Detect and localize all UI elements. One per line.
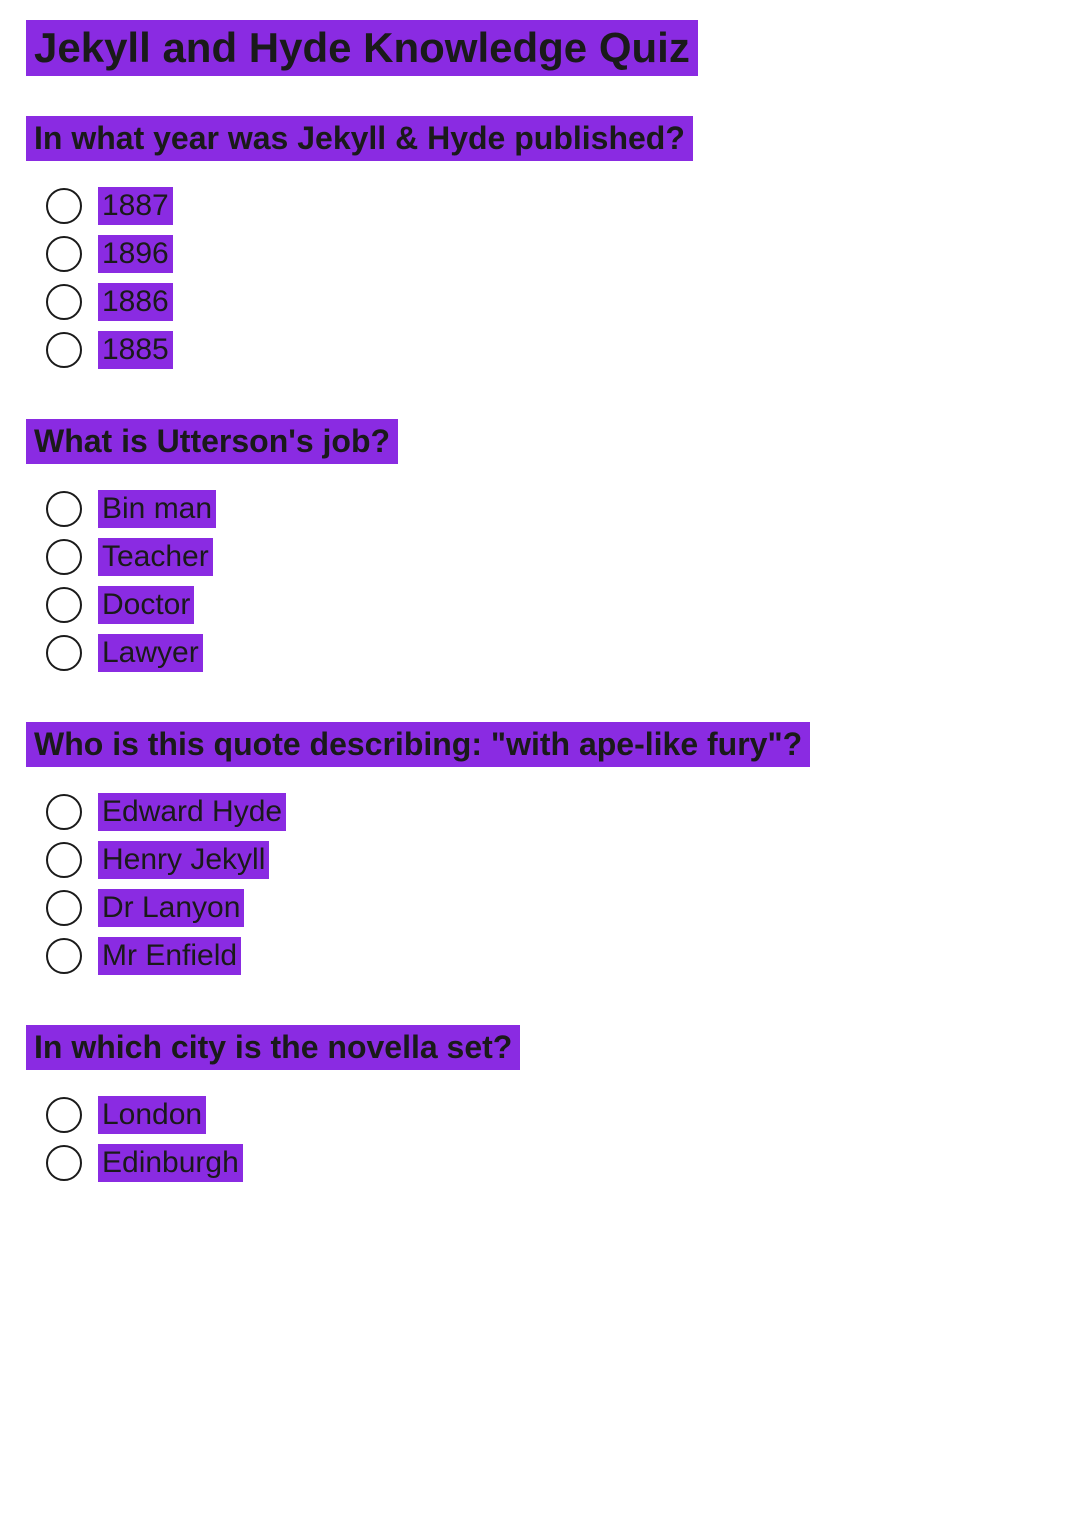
option-label: Mr Enfield (98, 937, 241, 975)
option-item: Mr Enfield (46, 937, 1054, 975)
option-label: Doctor (98, 586, 194, 624)
option-label: Lawyer (98, 634, 203, 672)
question-block-4: In which city is the novella set? London E… (26, 1025, 1054, 1182)
radio-q4-2[interactable] (46, 1145, 82, 1181)
option-item: 1887 (46, 187, 1054, 225)
option-label: 1885 (98, 331, 173, 369)
radio-q1-4[interactable] (46, 332, 82, 368)
radio-q3-1[interactable] (46, 794, 82, 830)
question-text-4: In which city is the novella set? (26, 1025, 520, 1070)
radio-q1-1[interactable] (46, 188, 82, 224)
option-label: Bin man (98, 490, 216, 528)
question-text-1: In what year was Jekyll & Hyde published… (26, 116, 693, 161)
radio-q1-3[interactable] (46, 284, 82, 320)
option-label: 1896 (98, 235, 173, 273)
option-item: Lawyer (46, 634, 1054, 672)
radio-q2-3[interactable] (46, 587, 82, 623)
option-label: 1887 (98, 187, 173, 225)
radio-q2-2[interactable] (46, 539, 82, 575)
question-text-3: Who is this quote describing: "with ape-… (26, 722, 810, 767)
radio-q2-1[interactable] (46, 491, 82, 527)
option-item: Edinburgh (46, 1144, 1054, 1182)
option-label: Dr Lanyon (98, 889, 244, 927)
option-item: London (46, 1096, 1054, 1134)
option-label: Henry Jekyll (98, 841, 269, 879)
question-block-3: Who is this quote describing: "with ape-… (26, 722, 1054, 975)
radio-q3-4[interactable] (46, 938, 82, 974)
option-label: London (98, 1096, 206, 1134)
option-label: Edinburgh (98, 1144, 243, 1182)
option-item: Teacher (46, 538, 1054, 576)
option-item: 1885 (46, 331, 1054, 369)
option-item: Dr Lanyon (46, 889, 1054, 927)
option-item: Edward Hyde (46, 793, 1054, 831)
option-item: 1886 (46, 283, 1054, 321)
radio-q2-4[interactable] (46, 635, 82, 671)
radio-q1-2[interactable] (46, 236, 82, 272)
radio-q3-2[interactable] (46, 842, 82, 878)
option-label: 1886 (98, 283, 173, 321)
option-label: Teacher (98, 538, 213, 576)
option-item: Doctor (46, 586, 1054, 624)
option-item: 1896 (46, 235, 1054, 273)
option-item: Bin man (46, 490, 1054, 528)
option-item: Henry Jekyll (46, 841, 1054, 879)
question-block-1: In what year was Jekyll & Hyde published… (26, 116, 1054, 369)
option-label: Edward Hyde (98, 793, 286, 831)
quiz-title: Jekyll and Hyde Knowledge Quiz (26, 20, 698, 76)
radio-q4-1[interactable] (46, 1097, 82, 1133)
question-block-2: What is Utterson's job? Bin man Teacher Doc… (26, 419, 1054, 672)
question-text-2: What is Utterson's job? (26, 419, 398, 464)
radio-q3-3[interactable] (46, 890, 82, 926)
